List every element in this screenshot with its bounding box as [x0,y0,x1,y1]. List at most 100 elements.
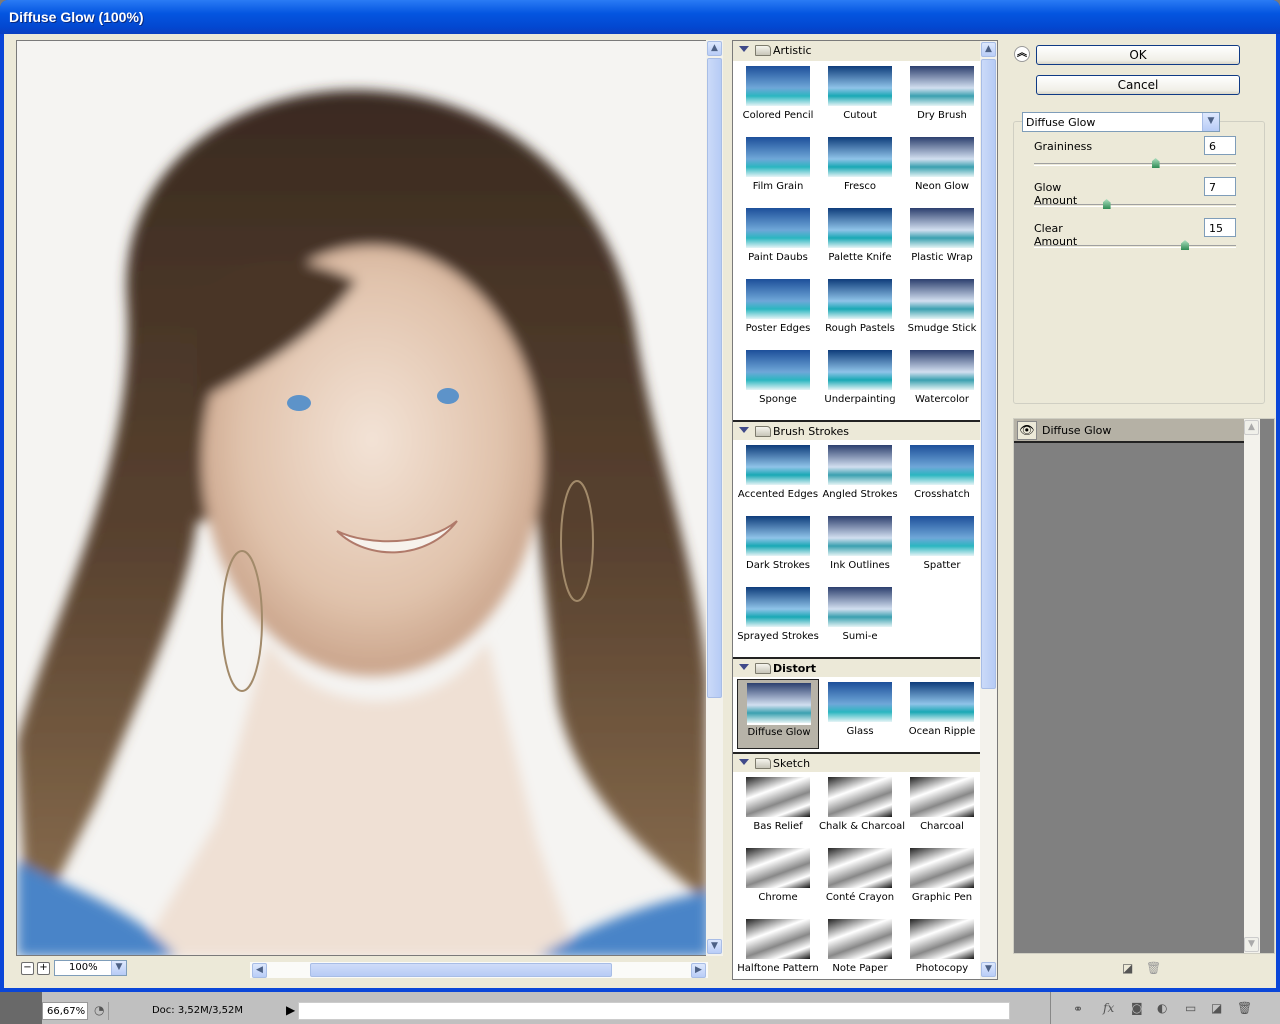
filter-thumb-charcoal[interactable]: Charcoal [901,774,983,844]
category-sketch[interactable]: Sketch [733,752,981,772]
portrait-image [17,41,707,955]
filter-thumb-ink-outlines[interactable]: Ink Outlines [819,513,901,583]
filter-preview-image [828,137,892,179]
filter-thumb-colored-pencil[interactable]: Colored Pencil [737,63,819,133]
filter-preview-image [828,587,892,629]
zoom-in-button[interactable]: + [37,962,50,975]
filter-thumb-halftone-pattern[interactable]: Halftone Pattern [737,916,819,979]
filter-thumb-chalk-charcoal[interactable]: Chalk & Charcoal [819,774,905,844]
filter-thumb-film-grain[interactable]: Film Grain [737,134,819,204]
filter-thumb-chrome[interactable]: Chrome [737,845,819,915]
param-slider-track[interactable] [1034,158,1236,168]
filter-thumb-watercolor[interactable]: Watercolor [901,347,983,417]
filter-name: Dry Brush [917,110,967,121]
layer-mask-icon[interactable]: ◙ [1131,1001,1143,1015]
filter-thumb-crosshatch[interactable]: Crosshatch [901,442,983,512]
status-menu-arrow-icon[interactable]: ▶ [286,1003,295,1017]
document-horizontal-scrollbar[interactable] [298,1002,1010,1020]
new-group-icon[interactable]: ▭ [1185,1001,1196,1015]
delete-effect-layer-icon[interactable]: 🗑 [1146,961,1161,975]
param-slider-track[interactable] [1034,240,1236,250]
filter-thumb-cont-crayon[interactable]: Conté Crayon [819,845,901,915]
zoom-select[interactable]: 100% ▼ [54,960,127,976]
filter-thumb-rough-pastels[interactable]: Rough Pastels [819,276,901,346]
expand-arrow-icon[interactable] [739,759,749,765]
layers-scrollbar[interactable]: ▲ ▼ [1244,419,1260,953]
ok-button[interactable]: OK [1036,45,1240,65]
filter-select-value: Diffuse Glow [1026,116,1096,129]
filter-preview-image [910,919,974,961]
filter-thumb-ocean-ripple[interactable]: Ocean Ripple [901,679,983,749]
filter-select[interactable]: Diffuse Glow ▼ [1022,112,1220,132]
category-brush-strokes[interactable]: Brush Strokes [733,420,981,440]
layers-scroll-down[interactable]: ▼ [1244,937,1259,952]
scroll-thumb-horizontal[interactable] [310,963,612,977]
expand-arrow-icon[interactable] [739,427,749,433]
filter-thumb-sprayed-strokes[interactable]: Sprayed Strokes [737,584,819,654]
filter-preview-image [828,279,892,321]
gallery-scrollbar[interactable]: ▲ ▼ [980,41,997,979]
new-layer-icon[interactable]: ◪ [1211,1001,1222,1015]
adjustment-layer-icon[interactable]: ◐ [1157,1001,1167,1015]
filter-thumb-dark-strokes[interactable]: Dark Strokes [737,513,819,583]
param-slider-track[interactable] [1034,199,1236,209]
status-zoom[interactable]: 66,67% [42,1002,88,1020]
chevron-down-icon[interactable]: ▼ [111,961,126,975]
eye-icon[interactable]: 👁 [1017,421,1037,440]
param-input-glow-amount[interactable]: 7 [1204,177,1236,196]
folder-icon [755,758,771,769]
scroll-down-button[interactable]: ▼ [707,939,722,954]
filter-thumb-glass[interactable]: Glass [819,679,901,749]
param-input-graininess[interactable]: 6 [1204,136,1236,155]
scroll-up-button[interactable]: ▲ [707,41,722,56]
filter-thumb-diffuse-glow[interactable]: Diffuse Glow [737,679,819,749]
gallery-scroll-thumb[interactable] [981,59,996,689]
expand-arrow-icon[interactable] [739,46,749,52]
collapse-gallery-icon[interactable]: ︽ [1014,46,1030,62]
scroll-right-button[interactable]: ▶ [691,963,706,978]
delete-layer-icon[interactable]: 🗑 [1237,1001,1252,1015]
fx-icon[interactable]: fx [1103,1001,1114,1015]
filter-thumb-bas-relief[interactable]: Bas Relief [737,774,819,844]
category-distort[interactable]: Distort [733,657,981,677]
effect-layer-row[interactable]: 👁 Diffuse Glow [1014,419,1244,443]
preview-vertical-scrollbar[interactable]: ▲ ▼ [706,40,723,956]
status-info-icon[interactable]: ◔ [94,1003,104,1017]
filter-thumb-neon-glow[interactable]: Neon Glow [901,134,983,204]
preview-horizontal-scrollbar[interactable]: ◀ ▶ [250,962,708,978]
chevron-down-icon[interactable]: ▼ [1202,113,1219,131]
filter-thumb-photocopy[interactable]: Photocopy [901,916,983,979]
cancel-button[interactable]: Cancel [1036,75,1240,95]
gallery-scroll-up[interactable]: ▲ [981,42,996,57]
zoom-out-button[interactable]: − [21,962,34,975]
gallery-scroll-down[interactable]: ▼ [981,962,996,977]
image-preview[interactable] [16,40,708,956]
filter-thumb-spatter[interactable]: Spatter [901,513,983,583]
filter-thumb-palette-knife[interactable]: Palette Knife [819,205,901,275]
filter-thumb-dry-brush[interactable]: Dry Brush [901,63,983,133]
layers-scroll-up[interactable]: ▲ [1244,420,1259,435]
filter-thumb-sponge[interactable]: Sponge [737,347,819,417]
scroll-thumb[interactable] [707,58,722,698]
expand-arrow-icon[interactable] [739,664,749,670]
filter-thumb-smudge-stick[interactable]: Smudge Stick [901,276,983,346]
filter-thumb-sumi-e[interactable]: Sumi-e [819,584,901,654]
category-artistic[interactable]: Artistic [733,41,981,61]
filter-preview-image [828,848,892,890]
param-input-clear-amount[interactable]: 15 [1204,218,1236,237]
filter-thumb-cutout[interactable]: Cutout [819,63,901,133]
scroll-left-button[interactable]: ◀ [252,963,267,978]
filter-thumb-accented-edges[interactable]: Accented Edges [737,442,819,512]
filter-thumb-underpainting[interactable]: Underpainting [819,347,901,417]
filter-thumb-paint-daubs[interactable]: Paint Daubs [737,205,819,275]
filter-thumb-fresco[interactable]: Fresco [819,134,901,204]
link-layers-icon[interactable]: ⚭ [1073,1002,1083,1016]
new-effect-layer-icon[interactable]: ◪ [1122,961,1133,975]
filter-thumb-angled-strokes[interactable]: Angled Strokes [819,442,901,512]
filter-thumb-note-paper[interactable]: Note Paper [819,916,901,979]
filter-thumb-plastic-wrap[interactable]: Plastic Wrap [901,205,983,275]
dialog-client: ▲ ▼ − + 100% ▼ ◀ ▶ Artistic Colored Penci… [4,34,1276,988]
filter-preview-image [746,350,810,392]
filter-thumb-graphic-pen[interactable]: Graphic Pen [901,845,983,915]
filter-thumb-poster-edges[interactable]: Poster Edges [737,276,819,346]
